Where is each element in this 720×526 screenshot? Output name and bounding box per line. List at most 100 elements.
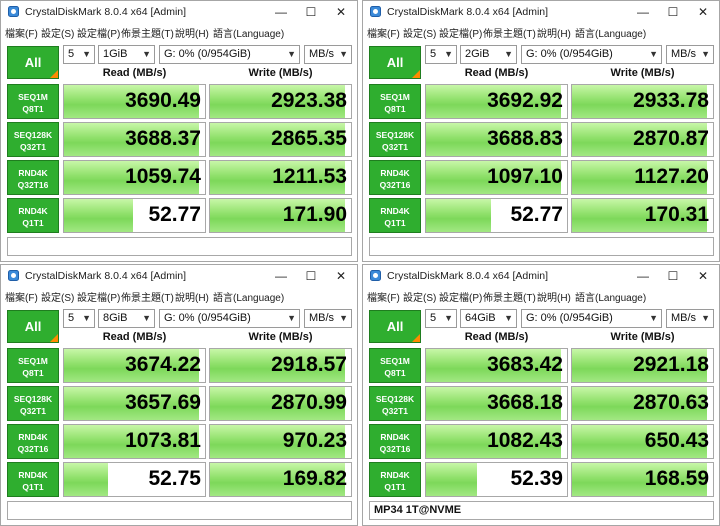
minimize-icon[interactable]: — <box>629 4 657 20</box>
drive-select[interactable]: G: 0% (0/954GiB) ▼ <box>521 309 662 328</box>
test-button[interactable]: RND4K Q1T1 <box>7 198 59 233</box>
result-row: SEQ128K Q32T1 3668.18 2870.63 <box>369 386 714 421</box>
menu-item[interactable]: 語言(Language) <box>575 25 646 40</box>
read-value: 3690.49 <box>125 89 201 112</box>
test-count-select[interactable]: 5 ▼ <box>63 45 95 64</box>
test-count-select[interactable]: 5 ▼ <box>63 309 95 328</box>
test-button[interactable]: RND4K Q1T1 <box>369 198 421 233</box>
menu-item[interactable]: 說明(H) <box>537 25 571 40</box>
unit-select[interactable]: MB/s ▼ <box>666 309 714 328</box>
title-bar: CrystalDiskMark 8.0.4 x64 [Admin] — ☐ ✕ <box>1 265 357 287</box>
run-all-label: All <box>386 319 404 334</box>
comment-field[interactable] <box>7 237 352 256</box>
comment-field[interactable] <box>369 237 714 256</box>
menu-item[interactable]: 檔案(F) <box>5 289 38 304</box>
run-all-button[interactable]: All <box>369 310 421 343</box>
run-all-button[interactable]: All <box>369 46 421 79</box>
menu-item[interactable]: 說明(H) <box>537 289 571 304</box>
test-button[interactable]: RND4K Q32T16 <box>7 424 59 459</box>
chevron-down-icon: ▼ <box>701 313 710 323</box>
test-button[interactable]: RND4K Q1T1 <box>369 462 421 497</box>
test-queue: Q32T16 <box>379 444 411 454</box>
maximize-icon[interactable]: ☐ <box>297 268 325 284</box>
maximize-icon[interactable]: ☐ <box>659 4 687 20</box>
test-button[interactable]: SEQ128K Q32T1 <box>369 122 421 157</box>
test-button[interactable]: RND4K Q32T16 <box>369 160 421 195</box>
menu-item[interactable]: 說明(H) <box>175 289 209 304</box>
read-result-cell: 3690.49 <box>63 84 206 119</box>
test-count-value: 5 <box>430 48 437 60</box>
close-icon[interactable]: ✕ <box>689 4 717 20</box>
comment-field[interactable] <box>7 501 352 520</box>
test-size-value: 64GiB <box>465 312 496 324</box>
run-all-button[interactable]: All <box>7 310 59 343</box>
chevron-down-icon: ▼ <box>649 49 658 59</box>
test-size-value: 2GiB <box>465 48 490 60</box>
drive-select[interactable]: G: 0% (0/954GiB) ▼ <box>159 309 300 328</box>
menu-item[interactable]: 設定(S) <box>41 25 74 40</box>
test-size-select[interactable]: 64GiB ▼ <box>460 309 517 328</box>
unit-value: MB/s <box>671 312 697 324</box>
write-value: 2933.78 <box>633 89 709 112</box>
menu-item[interactable]: 佈景主題(T) <box>121 289 174 304</box>
maximize-icon[interactable]: ☐ <box>659 268 687 284</box>
menu-item[interactable]: 設定檔(P) <box>77 289 120 304</box>
test-button[interactable]: SEQ128K Q32T1 <box>369 386 421 421</box>
menu-item[interactable]: 檔案(F) <box>367 25 400 40</box>
maximize-icon[interactable]: ☐ <box>297 4 325 20</box>
menu-item[interactable]: 設定檔(P) <box>439 289 482 304</box>
app-icon <box>8 270 19 281</box>
result-row: RND4K Q32T16 1082.43 650.43 <box>369 424 714 459</box>
test-button[interactable]: SEQ1M Q8T1 <box>7 348 59 383</box>
test-button[interactable]: SEQ1M Q8T1 <box>369 84 421 119</box>
menu-item[interactable]: 設定(S) <box>41 289 74 304</box>
minimize-icon[interactable]: — <box>267 4 295 20</box>
test-button[interactable]: RND4K Q32T16 <box>369 424 421 459</box>
test-size-select[interactable]: 8GiB ▼ <box>98 309 155 328</box>
menu-item[interactable]: 語言(Language) <box>213 289 284 304</box>
test-name: RND4K <box>18 432 48 442</box>
test-button[interactable]: SEQ1M Q8T1 <box>7 84 59 119</box>
test-button[interactable]: SEQ128K Q32T1 <box>7 386 59 421</box>
drive-select[interactable]: G: 0% (0/954GiB) ▼ <box>521 45 662 64</box>
unit-select[interactable]: MB/s ▼ <box>666 45 714 64</box>
menu-item[interactable]: 語言(Language) <box>213 25 284 40</box>
test-button[interactable]: SEQ128K Q32T1 <box>7 122 59 157</box>
comment-field[interactable]: MP34 1T@NVME <box>369 501 714 520</box>
menu-item[interactable]: 檔案(F) <box>367 289 400 304</box>
menu-item[interactable]: 佈景主題(T) <box>483 289 536 304</box>
unit-select[interactable]: MB/s ▼ <box>304 309 352 328</box>
test-button[interactable]: RND4K Q32T16 <box>7 160 59 195</box>
menu-item[interactable]: 設定(S) <box>403 289 436 304</box>
write-value: 2870.87 <box>633 127 709 150</box>
test-name: SEQ1M <box>380 356 410 366</box>
run-all-button[interactable]: All <box>7 46 59 79</box>
menu-item[interactable]: 設定檔(P) <box>77 25 120 40</box>
drive-select[interactable]: G: 0% (0/954GiB) ▼ <box>159 45 300 64</box>
unit-select[interactable]: MB/s ▼ <box>304 45 352 64</box>
menu-item[interactable]: 語言(Language) <box>575 289 646 304</box>
test-button[interactable]: RND4K Q1T1 <box>7 462 59 497</box>
test-count-select[interactable]: 5 ▼ <box>425 309 457 328</box>
read-value: 52.39 <box>510 467 563 490</box>
close-icon[interactable]: ✕ <box>327 268 355 284</box>
minimize-icon[interactable]: — <box>267 268 295 284</box>
test-name: SEQ128K <box>375 130 415 140</box>
menu-item[interactable]: 說明(H) <box>175 25 209 40</box>
chevron-down-icon: ▼ <box>142 313 151 323</box>
minimize-icon[interactable]: — <box>629 268 657 284</box>
test-size-select[interactable]: 2GiB ▼ <box>460 45 517 64</box>
chevron-down-icon: ▼ <box>444 313 453 323</box>
menu-item[interactable]: 設定檔(P) <box>439 25 482 40</box>
menu-item[interactable]: 佈景主題(T) <box>121 25 174 40</box>
menu-item[interactable]: 佈景主題(T) <box>483 25 536 40</box>
menu-bar: 檔案(F) 設定(S) 設定檔(P) 佈景主題(T) 說明(H) 語言(Language) <box>1 23 357 40</box>
close-icon[interactable]: ✕ <box>689 268 717 284</box>
read-value: 3688.83 <box>487 127 563 150</box>
close-icon[interactable]: ✕ <box>327 4 355 20</box>
test-size-select[interactable]: 1GiB ▼ <box>98 45 155 64</box>
menu-item[interactable]: 檔案(F) <box>5 25 38 40</box>
test-count-select[interactable]: 5 ▼ <box>425 45 457 64</box>
menu-item[interactable]: 設定(S) <box>403 25 436 40</box>
test-button[interactable]: SEQ1M Q8T1 <box>369 348 421 383</box>
